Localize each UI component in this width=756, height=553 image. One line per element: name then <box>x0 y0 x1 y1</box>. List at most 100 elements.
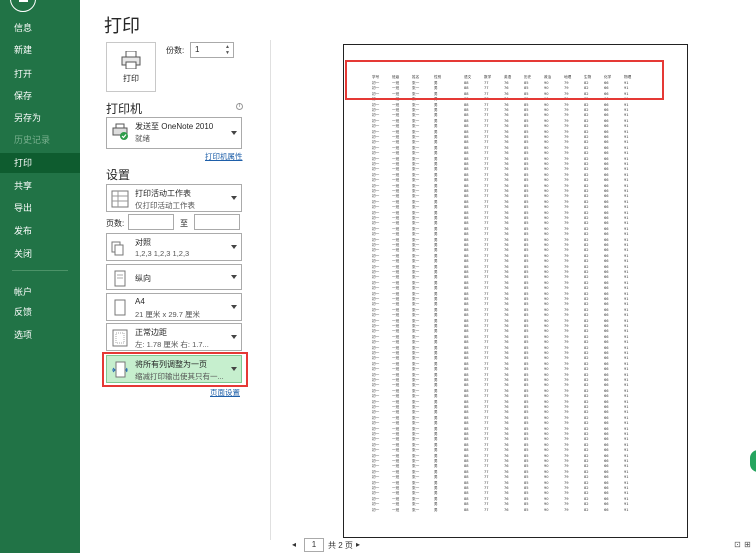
preview-cell: 90 <box>544 183 549 188</box>
preview-cell: 张一 <box>412 464 420 469</box>
preview-cell: 76 <box>504 145 509 150</box>
pages-from-input[interactable] <box>128 214 174 230</box>
preview-cell: 91 <box>624 502 629 507</box>
preview-cell: 77 <box>484 334 489 339</box>
preview-cell: 76 <box>504 178 509 183</box>
preview-cell: 79 <box>564 496 569 501</box>
print-what-dropdown[interactable]: 打印活动工作表 仅打印活动工作表 <box>106 184 242 212</box>
preview-cell: 79 <box>564 237 569 242</box>
preview-cell: 一班 <box>392 205 400 210</box>
preview-cell: 一班 <box>392 426 400 431</box>
spin-down-icon[interactable]: ▼ <box>225 50 231 56</box>
preview-cell: 一班 <box>392 124 400 129</box>
sidebar-item[interactable]: 帐户 <box>0 282 80 302</box>
orientation-dropdown[interactable]: 纵向 <box>106 264 242 290</box>
preview-cell: 79 <box>564 232 569 237</box>
show-margins-icon[interactable]: ⊞ <box>744 540 751 549</box>
sidebar-item[interactable]: 共享 <box>0 176 80 196</box>
preview-cell: 77 <box>484 340 489 345</box>
printer-properties-link[interactable]: 打印机属性 <box>205 151 243 162</box>
preview-cell: 初一 <box>372 167 380 172</box>
sidebar-item[interactable]: 保存 <box>0 86 80 106</box>
page-setup-link[interactable]: 页面设置 <box>210 387 240 398</box>
orientation-title: 纵向 <box>135 274 151 283</box>
preview-cell: 77 <box>484 475 489 480</box>
preview-cell: 79 <box>564 302 569 307</box>
preview-cell: 初一 <box>372 383 380 388</box>
floating-assist-icon[interactable] <box>750 450 756 472</box>
preview-cell: 初一 <box>372 448 380 453</box>
preview-cell: 85 <box>524 356 529 361</box>
preview-cell: 88 <box>464 480 469 485</box>
preview-cell: 66 <box>604 340 609 345</box>
sidebar-item[interactable]: 新建 <box>0 40 80 60</box>
preview-cell: 90 <box>544 216 549 220</box>
preview-cell: 82 <box>584 270 589 274</box>
sidebar-item[interactable]: 反馈 <box>0 302 80 322</box>
preview-cell: 初一 <box>372 221 380 226</box>
info-icon[interactable]: i <box>236 103 243 110</box>
print-button[interactable]: 打印 <box>106 42 156 92</box>
previous-page-icon[interactable]: ◂ <box>292 540 296 549</box>
preview-cell: 88 <box>464 113 469 118</box>
preview-cell: 66 <box>604 151 609 156</box>
preview-cell: 男 <box>434 302 438 307</box>
pages-to-input[interactable] <box>194 214 240 230</box>
preview-cell: 79 <box>564 253 569 258</box>
preview-cell: 79 <box>564 199 569 204</box>
sidebar-item[interactable]: 打印 <box>0 153 80 173</box>
preview-cell: 91 <box>624 507 629 512</box>
preview-cell: 91 <box>624 307 629 312</box>
sidebar-item[interactable]: 关闭 <box>0 244 80 264</box>
preview-cell: 90 <box>544 156 549 161</box>
preview-cell: 77 <box>484 172 489 177</box>
sidebar-item[interactable]: 打开 <box>0 64 80 84</box>
zoom-page-icon[interactable]: ⊡ <box>734 540 741 549</box>
preview-cell: 88 <box>464 318 469 323</box>
preview-cell: 79 <box>564 167 569 172</box>
preview-cell: 88 <box>464 194 469 199</box>
preview-cell: 66 <box>604 259 609 264</box>
preview-cell: 90 <box>544 361 549 366</box>
sidebar-item[interactable]: 导出 <box>0 198 80 218</box>
preview-cell: 一班 <box>392 464 400 469</box>
preview-cell: 男 <box>434 507 438 512</box>
preview-cell: 77 <box>484 270 489 274</box>
collate-title: 对照 <box>135 238 151 247</box>
sidebar-item[interactable]: 信息 <box>0 18 80 38</box>
margins-dropdown[interactable]: 正常边距 左: 1.78 厘米 右: 1.7... <box>106 323 242 351</box>
collate-dropdown[interactable]: 对照 1,2,3 1,2,3 1,2,3 <box>106 233 242 261</box>
preview-cell: 77 <box>484 291 489 296</box>
preview-cell: 初一 <box>372 437 380 442</box>
preview-cell: 男 <box>434 421 438 426</box>
preview-cell: 90 <box>544 318 549 323</box>
preview-cell: 85 <box>524 421 529 426</box>
preview-cell: 85 <box>524 442 529 447</box>
preview-cell: 76 <box>504 199 509 204</box>
preview-cell: 85 <box>524 507 529 512</box>
preview-cell: 90 <box>544 302 549 307</box>
page-number-input[interactable]: 1 <box>304 538 324 552</box>
preview-cell: 76 <box>504 280 509 285</box>
preview-cell: 张一 <box>412 151 420 156</box>
preview-cell: 88 <box>464 275 469 280</box>
preview-cell: 91 <box>624 442 629 447</box>
preview-cell: 77 <box>484 453 489 458</box>
preview-cell: 82 <box>584 383 589 388</box>
preview-cell: 90 <box>544 437 549 442</box>
preview-cell: 85 <box>524 232 529 237</box>
preview-cell: 男 <box>434 475 438 480</box>
sidebar-item[interactable]: 另存为 <box>0 108 80 128</box>
sidebar-item[interactable]: 选项 <box>0 325 80 345</box>
preview-cell: 88 <box>464 297 469 301</box>
back-arrow-icon[interactable] <box>10 0 36 12</box>
preview-cell: 79 <box>564 145 569 150</box>
copies-input[interactable]: 1 ▲ ▼ <box>190 42 234 58</box>
preview-cell: 85 <box>524 491 529 496</box>
sidebar-item[interactable]: 发布 <box>0 221 80 241</box>
next-page-icon[interactable]: ▸ <box>356 540 360 549</box>
preview-cell: 男 <box>434 286 438 291</box>
printer-dropdown[interactable]: 发送至 OneNote 2010 就绪 <box>106 117 242 149</box>
paper-size-dropdown[interactable]: A4 21 厘米 x 29.7 厘米 <box>106 293 242 321</box>
preview-cell: 91 <box>624 118 629 123</box>
